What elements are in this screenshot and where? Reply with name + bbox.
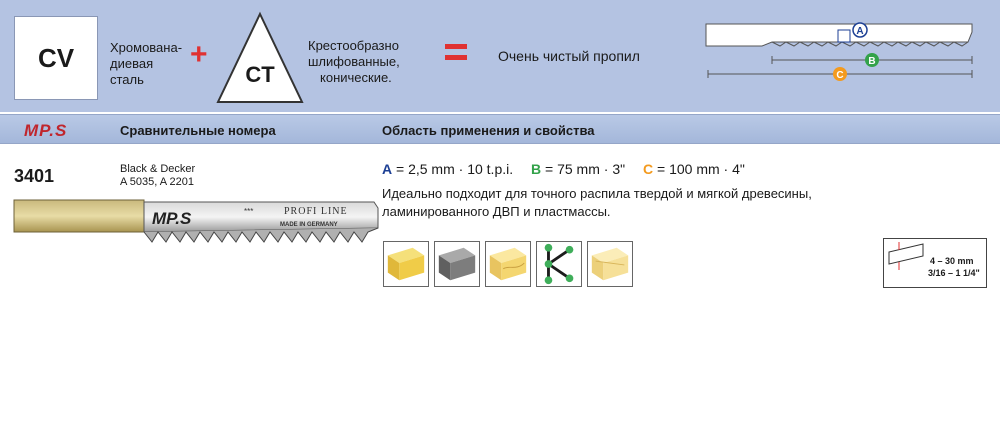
article-number: 3401 [14, 166, 55, 186]
thickness-metric: 4 – 30 mm [930, 256, 974, 266]
plus-icon: + [190, 38, 208, 71]
plastic-icon [587, 241, 633, 287]
tooth-code: CT [245, 62, 275, 87]
blade-dimension-diagram: A B C [705, 22, 973, 81]
equals-icon [445, 44, 467, 62]
material-code-box: CV [14, 16, 98, 100]
crossref-line: A 5035, A 2201 [120, 176, 195, 188]
material-desc-line: диевая [110, 56, 154, 71]
dimension-a-label: A [856, 26, 863, 37]
column-header-application: Область применения и свойства [382, 123, 595, 138]
brand-logo: MP.S [24, 121, 68, 140]
dim-a-key: A [382, 161, 393, 177]
dim-b-key: B [531, 161, 542, 177]
tooth-desc-line: Крестообразно [308, 38, 399, 53]
tooth-description: Крестообразно шлифованные, конические. [308, 38, 428, 86]
column-header-crossref: Сравнительные номера [120, 123, 276, 138]
crossref-numbers: Black & Decker A 5035, A 2201 [120, 163, 195, 189]
application-description: Идеально подходит для точного распила тв… [382, 185, 862, 221]
material-desc-line: сталь [110, 72, 144, 87]
dim-c-key: C [642, 161, 654, 177]
material-icons [383, 241, 633, 287]
column-header-strip: MP.S Сравнительные номера Область примен… [0, 114, 1000, 144]
blade-photo: MP.S *** PROFI LINE MADE IN GERMANY [13, 199, 379, 243]
tooth-desc-line: шлифованные, [308, 54, 400, 69]
dimension-c-label: C [836, 70, 843, 81]
result-text: Очень чистый пропил [498, 48, 640, 64]
hardwood-icon [383, 241, 429, 287]
softwood-icon [485, 241, 531, 287]
application-line: ламинированного ДВП и пластмассы. [382, 204, 611, 219]
dim-a-value: = 2,5 mm · 10 t.p.i. [396, 161, 514, 177]
material-code: CV [37, 42, 75, 73]
laminated-board-icon [434, 241, 480, 287]
blade-brand: MP.S [152, 209, 192, 228]
material-description: Хромована- диевая сталь [110, 40, 202, 88]
blade-stars: *** [244, 207, 253, 216]
dim-c-value: = 100 mm · 4" [657, 161, 745, 177]
blade-line: PROFI LINE [284, 206, 348, 217]
curve-cut-icon [536, 241, 582, 287]
crossref-line: Black & Decker [120, 163, 196, 175]
dimension-b-label: B [868, 56, 875, 67]
material-desc-line: Хромована- [110, 40, 183, 55]
thickness-imperial: 3/16 – 1 1/4" [928, 268, 980, 278]
triangle-icon [216, 11, 304, 103]
dimensions-line: A = 2,5 mm · 10 t.p.i. B = 75 mm · 3" C … [382, 161, 745, 177]
top-banner: CV Хромована- диевая сталь + CT Крестооб… [0, 0, 1000, 112]
tooth-desc-line: конические. [320, 70, 392, 85]
blade-origin: MADE IN GERMANY [280, 222, 338, 228]
application-line: Идеально подходит для точного распила тв… [382, 186, 812, 201]
dim-b-value: = 75 mm · 3" [545, 161, 626, 177]
